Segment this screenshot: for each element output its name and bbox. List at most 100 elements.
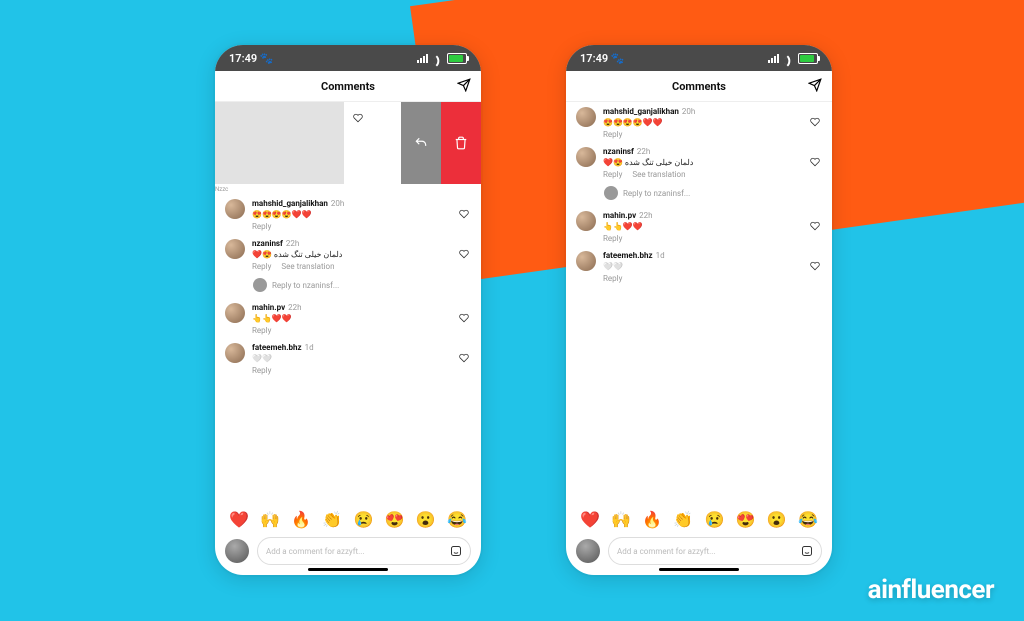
- username[interactable]: mahin.pv: [603, 211, 636, 220]
- sticker-icon[interactable]: [450, 542, 462, 561]
- emoji-quickbar: ❤️ 🙌 🔥 👏 😢 😍 😮 😂: [215, 502, 481, 533]
- timestamp: 22h: [637, 147, 650, 156]
- comment-text: 😍😍😍😍❤️❤️: [603, 118, 822, 127]
- swipe-delete-button[interactable]: [441, 102, 481, 184]
- comment-text: 🤍🤍: [603, 262, 822, 271]
- avatar[interactable]: [225, 303, 245, 323]
- username[interactable]: mahin.pv: [252, 303, 285, 312]
- share-icon[interactable]: [808, 77, 822, 96]
- avatar: [604, 186, 618, 200]
- my-avatar[interactable]: [576, 539, 600, 563]
- like-icon[interactable]: [810, 216, 820, 235]
- like-icon[interactable]: [459, 308, 469, 327]
- emoji-option[interactable]: 😢: [354, 510, 374, 529]
- avatar[interactable]: [576, 107, 596, 127]
- emoji-option[interactable]: 😮: [767, 510, 787, 529]
- comment-text: 👆👆❤️❤️: [252, 314, 471, 323]
- comment-row[interactable]: nzaninsf22h ❤️😍 دلمان خیلی تنگ شده Reply…: [566, 142, 832, 182]
- username[interactable]: nzaninsf: [603, 147, 634, 156]
- reply-button[interactable]: Reply: [603, 170, 622, 179]
- emoji-option[interactable]: 😂: [798, 510, 818, 529]
- comment-row[interactable]: nzaninsf22h ❤️😍 دلمان خیلی تنگ شده Reply…: [215, 234, 481, 274]
- home-indicator[interactable]: [659, 568, 739, 571]
- reply-button[interactable]: Reply: [252, 262, 271, 271]
- emoji-option[interactable]: 👏: [322, 510, 342, 529]
- like-icon[interactable]: [459, 204, 469, 223]
- comment-text: 👆👆❤️❤️: [603, 222, 822, 231]
- reply-placeholder: Reply to nzaninsf...: [272, 281, 339, 290]
- my-avatar[interactable]: [225, 539, 249, 563]
- comment-row[interactable]: mahshid_ganjalikhan20h 😍😍😍😍❤️❤️ Reply: [215, 194, 481, 234]
- header-title: Comments: [672, 80, 726, 93]
- username[interactable]: fateemeh.bhz: [603, 251, 653, 260]
- emoji-option[interactable]: 🔥: [291, 510, 311, 529]
- timestamp: 1d: [656, 251, 665, 260]
- avatar[interactable]: [225, 199, 245, 219]
- reply-button[interactable]: Reply: [252, 326, 271, 335]
- emoji-option[interactable]: 🙌: [611, 510, 631, 529]
- comment-row[interactable]: fateemeh.bhz1d 🤍🤍 Reply: [566, 246, 832, 286]
- avatar[interactable]: [225, 343, 245, 363]
- reply-button[interactable]: Reply: [603, 130, 622, 139]
- home-indicator[interactable]: [308, 568, 388, 571]
- emoji-option[interactable]: ❤️: [580, 510, 600, 529]
- avatar[interactable]: [576, 147, 596, 167]
- comments-header: Comments: [566, 71, 832, 102]
- comment-thumbnail: [215, 102, 344, 184]
- thumbnail-caption: Nzzc: [215, 186, 228, 193]
- avatar[interactable]: [225, 239, 245, 259]
- cellular-icon: [417, 54, 428, 63]
- comment-row[interactable]: mahshid_ganjalikhan20h 😍😍😍😍❤️❤️ Reply: [566, 102, 832, 142]
- sticker-icon[interactable]: [801, 542, 813, 561]
- timestamp: 20h: [331, 199, 344, 208]
- emoji-option[interactable]: 😢: [705, 510, 725, 529]
- status-icon: 🐾: [260, 52, 274, 65]
- wifi-icon: [783, 54, 794, 62]
- avatar[interactable]: [576, 211, 596, 231]
- battery-icon: [447, 53, 467, 64]
- emoji-option[interactable]: 😍: [385, 510, 405, 529]
- status-time: 17:49: [229, 52, 257, 65]
- emoji-option[interactable]: 👏: [673, 510, 693, 529]
- emoji-option[interactable]: ❤️: [229, 510, 249, 529]
- swipe-reply-button[interactable]: [401, 102, 441, 184]
- emoji-option[interactable]: 😂: [447, 510, 467, 529]
- like-icon[interactable]: [810, 112, 820, 131]
- see-translation[interactable]: See translation: [281, 262, 334, 271]
- comment-text: 😍😍😍😍❤️❤️: [252, 210, 471, 219]
- reply-button[interactable]: Reply: [603, 274, 622, 283]
- comment-composer[interactable]: Add a comment for azzyft...: [257, 537, 471, 565]
- like-icon[interactable]: [459, 244, 469, 263]
- reply-placeholder: Reply to nzaninsf...: [623, 189, 690, 198]
- comment-row[interactable]: fateemeh.bhz1d 🤍🤍 Reply: [215, 338, 481, 378]
- reply-button[interactable]: Reply: [603, 234, 622, 243]
- username[interactable]: fateemeh.bhz: [252, 343, 302, 352]
- phone-right: 17:49 🐾 Comments mahshid_ganjalikhan20h …: [566, 45, 832, 575]
- wifi-icon: [432, 54, 443, 62]
- reply-to-field[interactable]: Reply to nzaninsf...: [566, 182, 832, 206]
- comment-row[interactable]: mahin.pv22h 👆👆❤️❤️ Reply: [566, 206, 832, 246]
- emoji-option[interactable]: 🔥: [642, 510, 662, 529]
- comment-row[interactable]: mahin.pv22h 👆👆❤️❤️ Reply: [215, 298, 481, 338]
- timestamp: 22h: [288, 303, 301, 312]
- like-icon[interactable]: [810, 152, 820, 171]
- swiped-comment-row[interactable]: [215, 102, 481, 184]
- reply-to-field[interactable]: Reply to nzaninsf...: [215, 274, 481, 298]
- reply-button[interactable]: Reply: [252, 366, 271, 375]
- status-bar: 17:49 🐾: [566, 45, 832, 71]
- like-icon[interactable]: [810, 256, 820, 275]
- emoji-option[interactable]: 🙌: [260, 510, 280, 529]
- emoji-option[interactable]: 😮: [416, 510, 436, 529]
- comment-composer[interactable]: Add a comment for azzyft...: [608, 537, 822, 565]
- emoji-option[interactable]: 😍: [736, 510, 756, 529]
- share-icon[interactable]: [457, 77, 471, 96]
- username[interactable]: mahshid_ganjalikhan: [603, 107, 679, 116]
- emoji-quickbar: ❤️ 🙌 🔥 👏 😢 😍 😮 😂: [566, 502, 832, 533]
- brand-watermark: ainfluencer: [868, 575, 994, 605]
- avatar[interactable]: [576, 251, 596, 271]
- username[interactable]: nzaninsf: [252, 239, 283, 248]
- see-translation[interactable]: See translation: [632, 170, 685, 179]
- like-icon[interactable]: [459, 348, 469, 367]
- username[interactable]: mahshid_ganjalikhan: [252, 199, 328, 208]
- reply-button[interactable]: Reply: [252, 222, 271, 231]
